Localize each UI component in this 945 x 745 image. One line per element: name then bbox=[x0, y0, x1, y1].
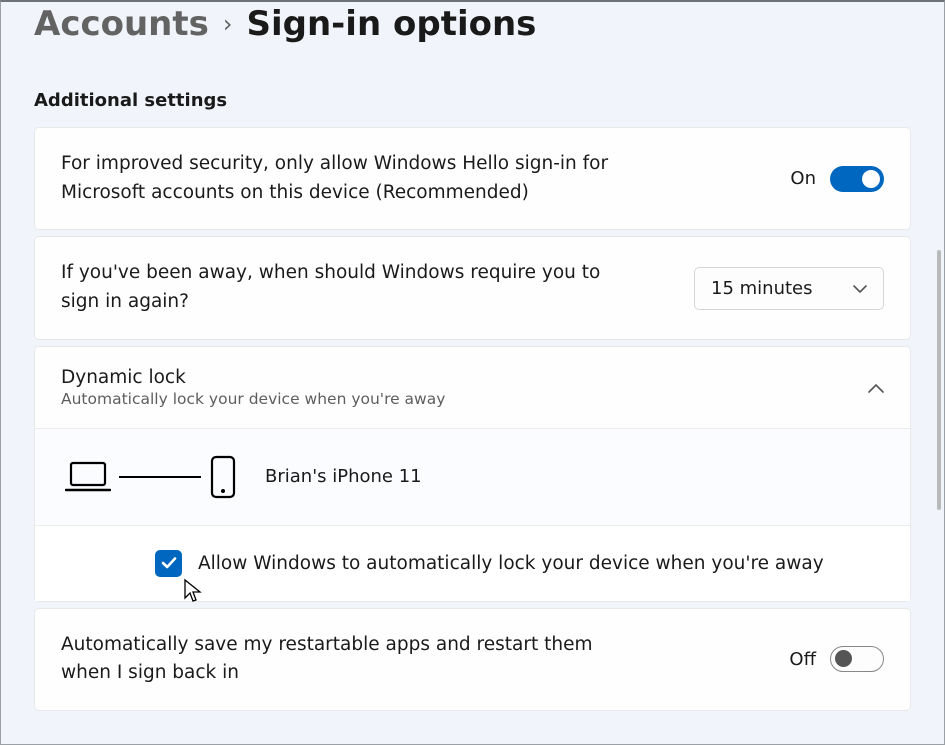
away-timeout-text: If you've been away, when should Windows… bbox=[61, 259, 641, 316]
section-header: Additional settings bbox=[34, 90, 911, 111]
breadcrumb-current: Sign-in options bbox=[247, 4, 537, 44]
paired-device-row: Brian's iPhone 11 bbox=[35, 428, 910, 525]
dynamic-lock-title: Dynamic lock bbox=[61, 367, 445, 388]
device-diagram bbox=[65, 455, 237, 499]
restart-apps-text: Automatically save my restartable apps a… bbox=[61, 631, 601, 688]
connection-line-icon bbox=[119, 476, 201, 478]
restart-apps-card: Automatically save my restartable apps a… bbox=[34, 608, 911, 711]
away-timeout-value: 15 minutes bbox=[711, 278, 813, 299]
hello-signin-card: For improved security, only allow Window… bbox=[34, 127, 911, 230]
paired-device-name: Brian's iPhone 11 bbox=[265, 466, 422, 487]
hello-toggle[interactable] bbox=[830, 166, 884, 192]
away-timeout-card: If you've been away, when should Windows… bbox=[34, 236, 911, 339]
restart-apps-toggle-label: Off bbox=[789, 649, 816, 670]
laptop-icon bbox=[65, 460, 111, 494]
chevron-right-icon: › bbox=[223, 10, 233, 38]
dynamic-lock-checkbox[interactable] bbox=[155, 550, 182, 577]
hello-signin-text: For improved security, only allow Window… bbox=[61, 150, 641, 207]
hello-toggle-label: On bbox=[790, 168, 816, 189]
dynamic-lock-option-row: Allow Windows to automatically lock your… bbox=[35, 525, 910, 601]
breadcrumb: Accounts › Sign-in options bbox=[34, 0, 911, 44]
away-timeout-select[interactable]: 15 minutes bbox=[694, 267, 884, 310]
scrollbar[interactable] bbox=[937, 250, 941, 510]
cursor-icon bbox=[183, 578, 203, 608]
restart-apps-toggle[interactable] bbox=[830, 646, 884, 672]
breadcrumb-parent[interactable]: Accounts bbox=[34, 4, 209, 44]
chevron-up-icon bbox=[868, 377, 884, 398]
dynamic-lock-checkbox-label: Allow Windows to automatically lock your… bbox=[198, 553, 824, 574]
dynamic-lock-card: Dynamic lock Automatically lock your dev… bbox=[34, 346, 911, 602]
chevron-down-icon bbox=[853, 278, 867, 299]
dynamic-lock-subtitle: Automatically lock your device when you'… bbox=[61, 390, 445, 408]
phone-icon bbox=[209, 455, 237, 499]
dynamic-lock-header[interactable]: Dynamic lock Automatically lock your dev… bbox=[35, 347, 910, 428]
